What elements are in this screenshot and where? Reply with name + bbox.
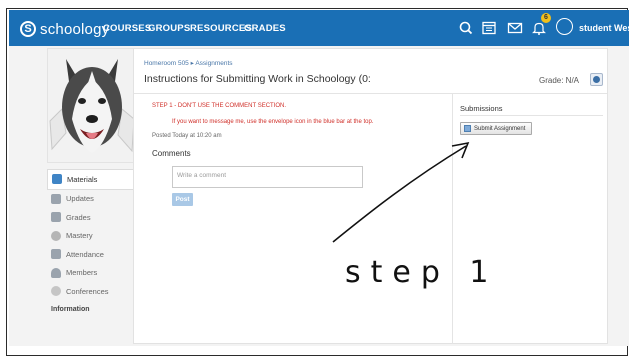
- user-name[interactable]: student Wessel: [579, 23, 631, 33]
- sidebar-item-grades[interactable]: Grades: [47, 208, 137, 227]
- top-navigation-bar: S schoology COURSES GROUPS RESOURCES GRA…: [9, 10, 631, 46]
- mail-icon[interactable]: [506, 19, 524, 37]
- assignment-panel: Homeroom 505 ▸ Assignments Instructions …: [133, 48, 608, 344]
- step-instruction: STEP 1 - DON'T USE THE COMMENT SECTION.: [152, 103, 287, 109]
- posted-timestamp: Posted Today at 10:20 am: [152, 133, 222, 139]
- grade-info-button[interactable]: [590, 73, 603, 86]
- logo-text: schoology: [40, 20, 110, 38]
- calendar-icon[interactable]: [480, 19, 498, 37]
- submissions-panel: Submissions Submit Assignment: [452, 94, 608, 344]
- page-title: Instructions for Submitting Work in Scho…: [144, 73, 371, 85]
- grade-label: Grade: N/A: [539, 76, 580, 85]
- notification-badge[interactable]: 6: [541, 13, 551, 23]
- attendance-icon: [51, 249, 61, 260]
- comment-input[interactable]: Write a comment: [172, 166, 363, 188]
- sidebar-item-mastery[interactable]: Mastery: [47, 227, 137, 246]
- sidebar-item-updates[interactable]: Updates: [47, 190, 137, 209]
- sidebar-item-members[interactable]: Members: [47, 264, 137, 283]
- schoology-logo[interactable]: S schoology: [20, 19, 109, 39]
- nav-resources[interactable]: RESOURCES: [190, 23, 252, 34]
- breadcrumb[interactable]: Homeroom 505 ▸ Assignments: [144, 59, 233, 67]
- materials-icon: [52, 174, 62, 185]
- nav-grades[interactable]: GRADES: [244, 23, 286, 34]
- submit-assignment-button[interactable]: Submit Assignment: [460, 122, 532, 135]
- course-side-menu: Materials Updates Grades Mastery Attenda…: [47, 169, 137, 313]
- nav-courses[interactable]: COURSES: [103, 23, 151, 34]
- search-icon[interactable]: [457, 19, 475, 37]
- sidebar-item-attendance[interactable]: Attendance: [47, 245, 137, 264]
- sidebar-item-label: Attendance: [66, 249, 104, 259]
- mastery-icon: [51, 230, 61, 241]
- upload-icon: [464, 125, 471, 132]
- members-icon: [51, 267, 61, 278]
- sidebar-item-label: Grades: [66, 212, 91, 222]
- sidebar-item-label: Mastery: [66, 231, 93, 241]
- sidebar-item-materials[interactable]: Materials: [47, 169, 137, 190]
- husky-dog-image: [49, 59, 135, 153]
- information-heading: Information: [51, 305, 90, 313]
- page-content: Materials Updates Grades Mastery Attenda…: [9, 46, 629, 346]
- post-comment-button[interactable]: Post: [172, 193, 193, 206]
- message-instruction: If you want to message me, use the envel…: [172, 119, 374, 125]
- sidebar-item-label: Materials: [67, 174, 98, 184]
- left-column: Materials Updates Grades Mastery Attenda…: [47, 48, 137, 344]
- sidebar-item-label: Conferences: [66, 286, 109, 296]
- submissions-divider: [460, 115, 603, 116]
- logo-mark: S: [20, 21, 36, 37]
- info-icon: [593, 76, 600, 83]
- grades-icon: [51, 212, 61, 223]
- conferences-icon: [51, 286, 61, 297]
- sidebar-item-label: Updates: [66, 194, 94, 204]
- sidebar-item-label: Members: [66, 268, 98, 278]
- sidebar-item-conferences[interactable]: Conferences: [47, 282, 137, 301]
- avatar-icon[interactable]: [556, 18, 573, 35]
- submissions-heading: Submissions: [460, 104, 503, 113]
- nav-groups[interactable]: GROUPS: [148, 23, 190, 34]
- updates-icon: [51, 193, 61, 204]
- comments-heading: Comments: [152, 149, 191, 158]
- course-profile-picture: [47, 48, 137, 163]
- submit-assignment-label: Submit Assignment: [474, 125, 526, 132]
